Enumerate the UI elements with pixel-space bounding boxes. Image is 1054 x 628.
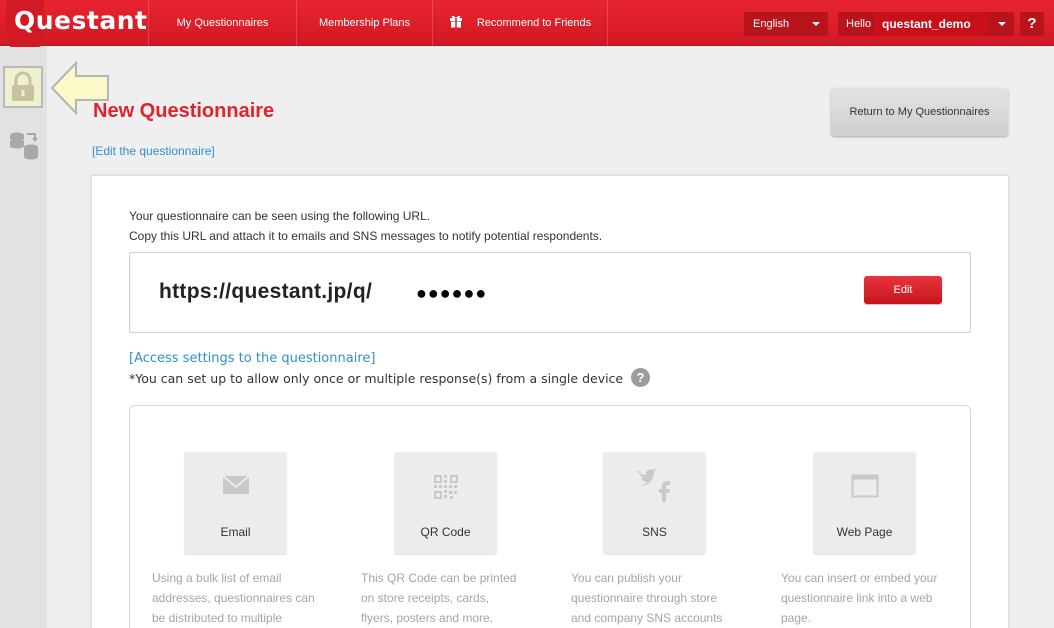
method-sns-tile[interactable]: SNS	[603, 452, 706, 554]
method-sns-label: SNS	[642, 525, 667, 539]
return-to-my-questionnaires-button[interactable]: Return to My Questionnaires	[831, 88, 1008, 136]
qr-code-icon	[394, 474, 497, 505]
edit-questionnaire-link[interactable]: [Edit the questionnaire]	[92, 144, 215, 158]
nav-recommend-label: Recommend to Friends	[476, 17, 592, 29]
desc-line: flyers, posters and more.	[361, 611, 494, 625]
chevron-down-icon	[812, 22, 820, 26]
desc-line: page.	[781, 611, 812, 625]
method-email-tile[interactable]: Email	[184, 452, 287, 554]
method-web-page-tile[interactable]: Web Page	[813, 452, 916, 554]
social-icon	[603, 466, 706, 507]
method-web-page-description: You can insert or embed your questionnai…	[781, 568, 961, 628]
language-select[interactable]: English	[744, 12, 828, 36]
nav-recommend-to-friends[interactable]: Recommend to Friends	[432, 0, 608, 46]
desc-line: on store receipts, cards,	[361, 591, 490, 605]
nav-membership-plans[interactable]: Membership Plans	[296, 0, 432, 46]
help-circle-icon[interactable]: ?	[631, 368, 650, 387]
url-intro-text: Your questionnaire can be seen using the…	[129, 206, 602, 246]
method-qr-code-label: QR Code	[420, 525, 471, 539]
user-menu[interactable]: Hello questant_demo	[838, 12, 1014, 36]
sidebar-item-data-transfer[interactable]	[8, 130, 40, 165]
envelope-icon	[184, 474, 287, 501]
desc-line: and company SNS accounts	[571, 611, 723, 625]
desc-line: You can insert or embed your	[781, 571, 938, 585]
intro-line-2: Copy this URL and attach it to emails an…	[129, 229, 603, 243]
access-note: *You can set up to allow only once or mu…	[129, 371, 624, 386]
language-value: English	[753, 18, 790, 30]
method-email-label: Email	[220, 525, 251, 539]
browser-window-icon	[813, 474, 916, 503]
questionnaire-url[interactable]: https://questant.jp/q/	[159, 280, 372, 304]
method-qr-code-description: This QR Code can be printed on store rec…	[361, 568, 541, 628]
lock-icon	[12, 71, 34, 101]
desc-line: addresses, questionnaires can	[152, 591, 315, 605]
method-email-description: Using a bulk list of email addresses, qu…	[152, 568, 332, 628]
desc-line: Using a bulk list of email	[152, 571, 282, 585]
page-title: New Questionnaire	[93, 100, 275, 122]
method-web-page-label: Web Page	[836, 525, 893, 539]
access-settings-link[interactable]: [Access settings to the questionnaire]	[129, 351, 375, 366]
hello-label: Hello	[846, 18, 872, 30]
edit-url-button[interactable]: Edit	[864, 276, 942, 304]
desc-line: You can publish your	[571, 571, 682, 585]
desc-line: be distributed to multiple	[152, 611, 283, 625]
help-button[interactable]: ?	[1020, 12, 1044, 36]
gift-icon	[449, 14, 463, 28]
desc-line: questionnaire through store	[571, 591, 718, 605]
top-header: Questant My Questionnaires Membership Pl…	[0, 0, 1054, 54]
desc-line: questionnaire link into a web	[781, 591, 933, 605]
intro-line-1: Your questionnaire can be seen using the…	[129, 209, 431, 223]
sidebar-item-lock[interactable]	[3, 66, 43, 108]
nav-my-questionnaires[interactable]: My Questionnaires	[148, 0, 296, 46]
questant-logo[interactable]: Questant	[14, 6, 147, 35]
database-transfer-icon	[10, 132, 38, 160]
username: questant_demo	[874, 12, 988, 36]
url-masked-id: ●●●●●●	[416, 283, 488, 303]
chevron-down-icon	[998, 22, 1006, 26]
method-qr-code-tile[interactable]: QR Code	[394, 452, 497, 554]
desc-line: This QR Code can be printed	[361, 571, 517, 585]
method-sns-description: You can publish your questionnaire throu…	[571, 568, 751, 628]
